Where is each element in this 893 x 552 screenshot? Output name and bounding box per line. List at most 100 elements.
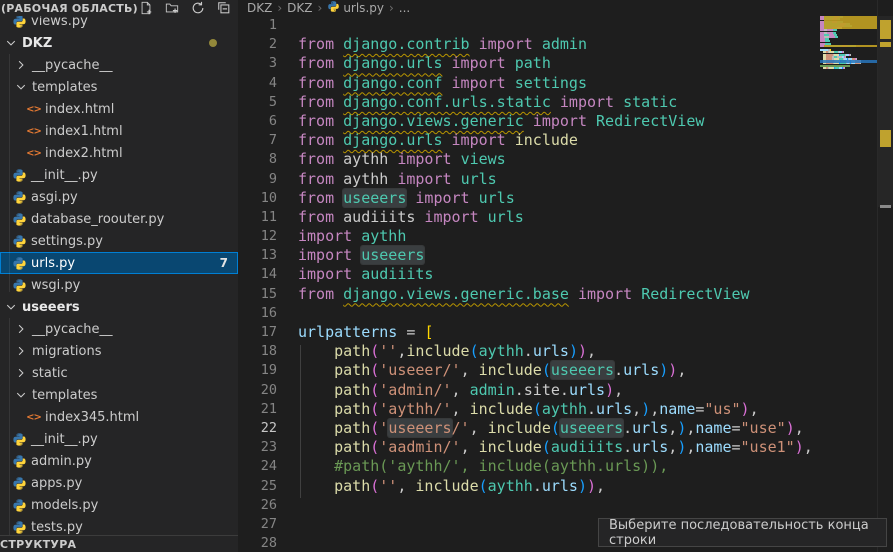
code-token: from bbox=[298, 189, 343, 207]
code-token: useeers bbox=[361, 246, 424, 264]
new-file-icon[interactable] bbox=[138, 1, 153, 16]
tree-item-label: templates bbox=[32, 388, 97, 403]
tree-item-wsgi-py[interactable]: wsgi.py bbox=[0, 274, 238, 296]
code-line-1[interactable]: 1 bbox=[238, 16, 820, 35]
python-file-icon bbox=[12, 454, 27, 469]
tree-item-models-py[interactable]: models.py bbox=[0, 494, 238, 516]
code-token: , bbox=[452, 400, 470, 418]
code-line-text: from audiiits import urls bbox=[298, 208, 524, 227]
code-editor[interactable]: 12from django.contrib import admin3from … bbox=[238, 16, 820, 552]
code-line-23[interactable]: 23 path('aadmin/', include(audiiits.urls… bbox=[238, 438, 820, 457]
code-token: , bbox=[804, 438, 813, 456]
code-token: . bbox=[623, 438, 632, 456]
code-line-19[interactable]: 19 path('useeer/', include(useeers.urls)… bbox=[238, 361, 820, 380]
code-line-16[interactable]: 16 bbox=[238, 304, 820, 323]
code-line-11[interactable]: 11from audiiits import urls bbox=[238, 208, 820, 227]
code-line-4[interactable]: 4from django.conf import settings bbox=[238, 74, 820, 93]
overview-ruler[interactable] bbox=[877, 0, 893, 552]
code-token: name bbox=[695, 438, 731, 456]
tree-item-index1-html[interactable]: <>index1.html bbox=[0, 120, 238, 142]
explorer-section-header[interactable]: (РАБОЧАЯ ОБЛАСТЬ) ... bbox=[0, 0, 238, 16]
code-line-7[interactable]: 7from django.urls import include bbox=[238, 131, 820, 150]
tree-item--init-py[interactable]: __init__.py bbox=[0, 428, 238, 450]
code-token: ) bbox=[578, 477, 587, 495]
code-line-2[interactable]: 2from django.contrib import admin bbox=[238, 35, 820, 54]
tree-item-index2-html[interactable]: <>index2.html bbox=[0, 142, 238, 164]
code-token: urls bbox=[596, 400, 632, 418]
new-folder-icon[interactable] bbox=[164, 1, 179, 16]
code-token: import bbox=[569, 285, 641, 303]
code-token: "use1" bbox=[741, 438, 795, 456]
breadcrumb[interactable]: DKZ›DKZ›urls.py›... bbox=[238, 0, 893, 16]
tree-folder--pycache-[interactable]: __pycache__ bbox=[0, 318, 238, 340]
tree-folder-templates[interactable]: templates bbox=[0, 384, 238, 406]
refresh-icon[interactable] bbox=[190, 1, 205, 16]
tree-item-apps-py[interactable]: apps.py bbox=[0, 472, 238, 494]
tree-folder-templates[interactable]: templates bbox=[0, 76, 238, 98]
outline-section-header[interactable]: СТРУКТУРА bbox=[0, 535, 238, 552]
breadcrumb-item[interactable]: DKZ bbox=[247, 1, 272, 15]
tree-item--init-py[interactable]: __init__.py bbox=[0, 164, 238, 186]
code-token: from bbox=[298, 74, 343, 92]
tree-item-settings-py[interactable]: settings.py bbox=[0, 230, 238, 252]
code-token: path bbox=[334, 438, 370, 456]
tree-item-index-html[interactable]: <>index.html bbox=[0, 98, 238, 120]
code-line-text: path('aythh/', include(aythh.urls,),name… bbox=[298, 400, 759, 419]
code-line-9[interactable]: 9from aythh import urls bbox=[238, 170, 820, 189]
tree-folder-migrations[interactable]: migrations bbox=[0, 340, 238, 362]
breadcrumb-item[interactable]: DKZ bbox=[287, 1, 312, 15]
code-token: ( bbox=[370, 381, 379, 399]
code-line-8[interactable]: 8from aythh import views bbox=[238, 150, 820, 169]
tree-folder-useeers[interactable]: useeers bbox=[0, 296, 238, 318]
breadcrumb-item[interactable]: urls.py bbox=[327, 0, 384, 16]
code-line-3[interactable]: 3from django.urls import path bbox=[238, 54, 820, 73]
code-line-14[interactable]: 14import audiiits bbox=[238, 265, 820, 284]
code-token: . bbox=[614, 361, 623, 379]
code-line-6[interactable]: 6from django.views.generic import Redire… bbox=[238, 112, 820, 131]
code-line-text: from useeers import urls bbox=[298, 189, 515, 208]
code-line-15[interactable]: 15from django.views.generic.base import … bbox=[238, 285, 820, 304]
tree-item-database-roouter-py[interactable]: database_roouter.py bbox=[0, 208, 238, 230]
code-token bbox=[298, 361, 334, 379]
tree-folder-dkz[interactable]: DKZ bbox=[0, 32, 238, 54]
code-line-18[interactable]: 18 path('',include(aythh.urls)), bbox=[238, 342, 820, 361]
code-line-21[interactable]: 21 path('aythh/', include(aythh.urls,),n… bbox=[238, 400, 820, 419]
code-line-10[interactable]: 10from useeers import urls bbox=[238, 189, 820, 208]
code-line-20[interactable]: 20 path('admin/', admin.site.urls), bbox=[238, 381, 820, 400]
code-token: from bbox=[298, 150, 343, 168]
code-line-12[interactable]: 12import aythh bbox=[238, 227, 820, 246]
code-line-5[interactable]: 5from django.conf.urls.static import sta… bbox=[238, 93, 820, 112]
code-token: ( bbox=[370, 419, 379, 437]
tree-item-admin-py[interactable]: admin.py bbox=[0, 450, 238, 472]
html-file-icon: <> bbox=[26, 410, 41, 425]
code-token: ( bbox=[370, 361, 379, 379]
tree-item-label: __pycache__ bbox=[32, 322, 112, 337]
code-token: from bbox=[298, 208, 343, 226]
tree-folder--pycache-[interactable]: __pycache__ bbox=[0, 54, 238, 76]
code-token: import bbox=[388, 170, 460, 188]
code-token: aythh bbox=[488, 477, 533, 495]
code-line-13[interactable]: 13import useeers bbox=[238, 246, 820, 265]
python-file-icon bbox=[12, 432, 27, 447]
line-number: 10 bbox=[238, 189, 298, 208]
code-line-25[interactable]: 25 path('', include(aythh.urls)), bbox=[238, 477, 820, 496]
code-line-text: from django.conf.urls.static import stat… bbox=[298, 93, 677, 112]
tree-item-asgi-py[interactable]: asgi.py bbox=[0, 186, 238, 208]
tree-item-urls-py[interactable]: urls.py7 bbox=[0, 252, 238, 274]
code-token bbox=[298, 438, 334, 456]
breadcrumb-item[interactable]: ... bbox=[399, 1, 410, 15]
workspace-title: (РАБОЧАЯ ОБЛАСТЬ) ... bbox=[1, 2, 138, 15]
tree-item-index345-html[interactable]: <> index345.html bbox=[0, 406, 238, 428]
code-line-24[interactable]: 24 #path('aythh/', include(aythh.urls)), bbox=[238, 457, 820, 476]
collapse-all-icon[interactable] bbox=[216, 1, 231, 16]
code-line-17[interactable]: 17urlpatterns = [ bbox=[238, 323, 820, 342]
code-line-26[interactable]: 26 bbox=[238, 496, 820, 515]
tree-folder-static[interactable]: static bbox=[0, 362, 238, 384]
chevron-right-icon bbox=[14, 322, 28, 336]
code-token: import bbox=[298, 246, 361, 264]
minimap[interactable] bbox=[820, 14, 878, 544]
code-token: import bbox=[406, 189, 478, 207]
code-line-22[interactable]: 22 path('useeers/', include(useeers.urls… bbox=[238, 419, 820, 438]
code-token: path bbox=[334, 361, 370, 379]
tree-item-label: index345.html bbox=[45, 410, 139, 425]
